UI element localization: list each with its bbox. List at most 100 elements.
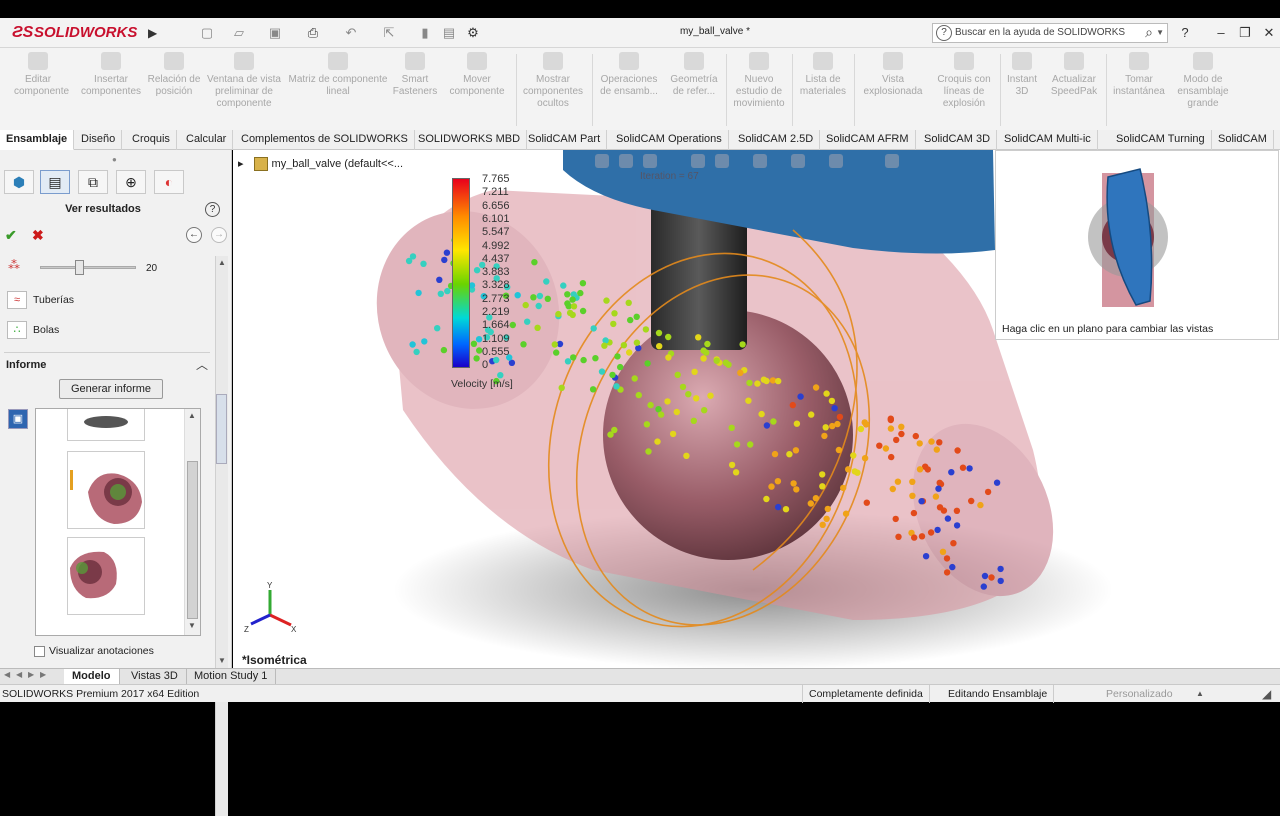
ok-button[interactable]: ✔: [5, 227, 17, 244]
search-icon[interactable]: ⌕: [1145, 23, 1153, 41]
configuration-manager-icon[interactable]: ⧉: [78, 170, 108, 194]
cancel-button[interactable]: ✖: [32, 227, 44, 244]
tab-motion-study[interactable]: Motion Study 1: [186, 669, 277, 685]
tab-modelo[interactable]: Modelo: [64, 669, 120, 685]
checkbox[interactable]: [34, 645, 45, 657]
tab-diseno[interactable]: Diseño: [75, 130, 123, 150]
show-annotations-checkbox[interactable]: Visualizar anotaciones: [34, 645, 154, 657]
chevron-up-icon[interactable]: ▲: [1196, 685, 1204, 703]
tab-solidcam-3d[interactable]: SolidCAM 3D: [918, 130, 998, 150]
feature-tree-root[interactable]: ▸ my_ball_valve (default<<...: [238, 157, 403, 172]
cmd-smart-fasteners[interactable]: Smart Fasteners: [388, 52, 442, 128]
option-tuberias[interactable]: ≈ Tuberías: [7, 290, 74, 310]
cmd-large-assembly-mode[interactable]: Modo de ensamblaje grande: [1170, 52, 1236, 128]
chevron-right-icon[interactable]: ▸: [238, 158, 244, 170]
report-thumbnail[interactable]: [67, 537, 145, 615]
cmd-move-component[interactable]: Mover componente: [444, 52, 510, 128]
view-selector-popup[interactable]: Haga clic en un plano para cambiar las v…: [995, 150, 1279, 340]
dimxpert-icon[interactable]: ⊕: [116, 170, 146, 194]
restore-button[interactable]: ❐: [1234, 24, 1256, 42]
save-image-icon[interactable]: ▣: [8, 409, 28, 429]
tab-solidcam-multi[interactable]: SolidCAM Multi-ic: [998, 130, 1098, 150]
tab-complementos[interactable]: Complementos de SOLIDWORKS: [235, 130, 415, 150]
cmd-reference-geometry[interactable]: Geometría de refer...: [664, 52, 724, 128]
particle-count-slider[interactable]: [40, 266, 136, 269]
cmd-new-motion-study[interactable]: Nuevo estudio de movimiento: [728, 52, 790, 128]
graphics-viewport[interactable]: Y X Z ▸ my_ball_valve (default<<... Itera…: [233, 150, 1280, 668]
cmd-instant-3d[interactable]: Instant 3D: [1002, 52, 1042, 128]
file-properties-icon[interactable]: ▤: [438, 24, 460, 42]
scroll-up-icon[interactable]: ▲: [188, 411, 196, 420]
particle: [598, 368, 606, 375]
next-tab-icon[interactable]: ▶: [28, 670, 38, 679]
print-icon[interactable]: ⎙: [302, 24, 324, 42]
minimize-button[interactable]: –: [1210, 24, 1232, 42]
tab-solidcam-25d[interactable]: SolidCAM 2.5D: [732, 130, 821, 150]
chevron-up-icon[interactable]: ︿: [196, 356, 208, 373]
particle: [669, 430, 677, 438]
report-thumbnail-list[interactable]: ▲ ▼: [35, 408, 201, 636]
cmd-bom[interactable]: Lista de materiales: [794, 52, 852, 128]
resize-grip-icon[interactable]: ◢: [1262, 685, 1271, 703]
cmd-linear-pattern[interactable]: Matriz de componente lineal: [288, 52, 388, 128]
cmd-explode-line-sketch[interactable]: Croquis con líneas de explosión: [930, 52, 998, 128]
tab-ensamblaje[interactable]: Ensamblaje: [0, 130, 75, 150]
scroll-up-icon[interactable]: ▲: [218, 258, 226, 267]
back-arrow-icon[interactable]: ←: [186, 227, 202, 243]
pane-grip[interactable]: ●: [112, 155, 117, 164]
scroll-down-icon[interactable]: ▼: [188, 621, 196, 630]
menu-expand-icon[interactable]: ▶: [148, 23, 162, 43]
slider-handle[interactable]: [75, 260, 85, 275]
cmd-update-speedpak[interactable]: Actualizar SpeedPak: [1044, 52, 1104, 128]
forward-arrow-icon[interactable]: →: [211, 227, 227, 243]
cmd-exploded-view[interactable]: Vista explosionada: [856, 52, 930, 128]
solidworks-logo[interactable]: ƧSSOLIDWORKS: [12, 21, 142, 45]
open-doc-icon[interactable]: ▱: [228, 24, 250, 42]
help-search-input[interactable]: ? Buscar en la ayuda de SOLIDWORKS ⌕ ▼: [932, 23, 1168, 43]
property-manager-icon[interactable]: ▤: [40, 170, 70, 194]
tab-solidcam[interactable]: SolidCAM: [1212, 130, 1274, 150]
option-bolas[interactable]: ∴ Bolas: [7, 320, 59, 340]
particle: [437, 290, 444, 297]
pane-scrollbar[interactable]: ▲ ▼: [215, 256, 228, 816]
scroll-down-icon[interactable]: ▼: [218, 656, 226, 665]
tab-solidcam-turning[interactable]: SolidCAM Turning: [1110, 130, 1212, 150]
rebuild-icon[interactable]: ▮: [414, 24, 436, 42]
save-icon[interactable]: ▣: [264, 24, 286, 42]
select-icon[interactable]: ⇱: [378, 24, 400, 42]
help-icon[interactable]: ?: [205, 202, 220, 217]
tab-solidcam-operations[interactable]: SolidCAM Operations: [610, 130, 729, 150]
chevron-down-icon[interactable]: ▼: [1156, 24, 1164, 42]
options-gear-icon[interactable]: ⚙: [462, 24, 484, 42]
cmd-show-hidden[interactable]: Mostrar componentes ocultos: [518, 52, 588, 128]
cmd-edit-component[interactable]: Editar componente: [14, 52, 69, 128]
new-doc-icon[interactable]: ▢: [196, 24, 218, 42]
prev-tab-icon[interactable]: ◀: [16, 670, 26, 679]
cmd-component-preview[interactable]: Ventana de vista preliminar de component…: [200, 52, 288, 128]
tab-solidcam-part[interactable]: SolidCAM Part: [522, 130, 608, 150]
view-selector-model[interactable]: [1080, 165, 1176, 315]
tab-mbd[interactable]: SOLIDWORKS MBD: [412, 130, 528, 150]
cmd-mate[interactable]: Relación de posición: [146, 52, 202, 128]
last-tab-icon[interactable]: ▶: [40, 670, 50, 679]
help-icon[interactable]: ?: [1174, 24, 1196, 42]
pane-scrollbar-thumb[interactable]: [216, 394, 227, 464]
tab-vistas-3d[interactable]: Vistas 3D: [123, 669, 187, 685]
display-manager-icon[interactable]: ◐: [154, 170, 184, 194]
cmd-take-snapshot[interactable]: Tomar instantánea: [1108, 52, 1170, 128]
tab-croquis[interactable]: Croquis: [126, 130, 177, 150]
thumbnail-scrollbar-thumb[interactable]: [187, 461, 198, 619]
particle: [944, 515, 952, 522]
tab-solidcam-afrm[interactable]: SolidCAM AFRM: [820, 130, 916, 150]
cmd-assembly-features[interactable]: Operaciones de ensamb...: [594, 52, 664, 128]
feature-tree-icon[interactable]: ⬢: [4, 170, 34, 194]
units-status[interactable]: Personalizado: [1100, 685, 1179, 703]
tab-calcular[interactable]: Calcular: [180, 130, 234, 150]
undo-icon[interactable]: ↶: [340, 24, 362, 42]
generate-report-button[interactable]: Generar informe: [59, 379, 163, 399]
close-button[interactable]: ✕: [1258, 24, 1280, 42]
cmd-insert-components[interactable]: Insertar componentes: [76, 52, 146, 128]
first-tab-icon[interactable]: ◀: [4, 670, 14, 679]
report-thumbnail[interactable]: [67, 451, 145, 529]
report-thumbnail[interactable]: [67, 409, 145, 441]
